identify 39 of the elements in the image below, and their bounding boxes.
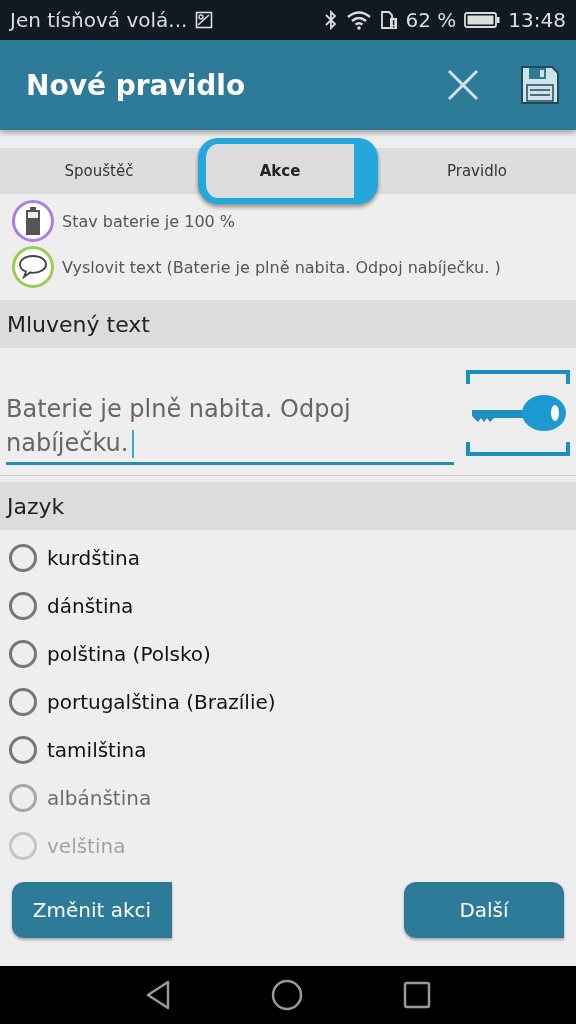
battery-percent: 62 % — [405, 8, 457, 32]
home-icon[interactable] — [271, 979, 303, 1011]
carrier-text: Jen tísňová volá... — [10, 8, 188, 32]
language-option[interactable]: tamilština — [47, 738, 147, 762]
sim-alert-icon — [379, 10, 398, 30]
clock: 13:48 — [508, 8, 566, 32]
radio-button[interactable] — [9, 544, 37, 572]
recents-icon[interactable] — [403, 981, 431, 1009]
tab[interactable]: Akce — [198, 138, 378, 204]
back-icon[interactable] — [145, 980, 171, 1010]
key-icon[interactable] — [466, 369, 570, 456]
section-header: Jazyk — [0, 482, 576, 530]
screen-title: Nové pravidlo — [26, 68, 246, 102]
radio-button[interactable] — [9, 592, 37, 620]
wifi-icon — [345, 10, 372, 30]
image-icon — [195, 11, 214, 29]
next-button[interactable]: Další — [404, 882, 564, 938]
text-field[interactable]: Baterie je plně nabita. Odpoj nabíječku. — [6, 360, 454, 465]
battery-icon — [464, 11, 501, 29]
tab[interactable]: Pravidlo — [378, 148, 576, 194]
radio-button[interactable] — [9, 688, 37, 716]
battery-icon — [25, 207, 41, 235]
language-option[interactable]: albánština — [47, 786, 152, 810]
section-header: Mluvený text — [0, 300, 576, 348]
language-option[interactable]: dánština — [47, 594, 134, 618]
summary-text: Stav baterie je 100 % — [62, 211, 236, 231]
tab[interactable]: Spouštěč — [0, 148, 198, 194]
radio-button[interactable] — [9, 784, 37, 812]
speech-bubble-icon — [18, 254, 48, 280]
save-icon[interactable] — [520, 65, 560, 105]
language-option[interactable]: portugalština (Brazílie) — [47, 690, 276, 714]
change-action-button[interactable]: Změnit akci — [12, 882, 172, 938]
summary-text: Vyslovit text (Baterie je plně nabita. Odpoj nabíječku. ) — [62, 257, 501, 277]
radio-button[interactable] — [9, 736, 37, 764]
close-icon[interactable] — [446, 68, 480, 102]
language-option[interactable]: polština (Polsko) — [47, 642, 211, 666]
radio-button[interactable] — [9, 640, 37, 668]
language-option[interactable]: kurdština — [47, 546, 140, 570]
bluetooth-icon — [323, 10, 338, 30]
